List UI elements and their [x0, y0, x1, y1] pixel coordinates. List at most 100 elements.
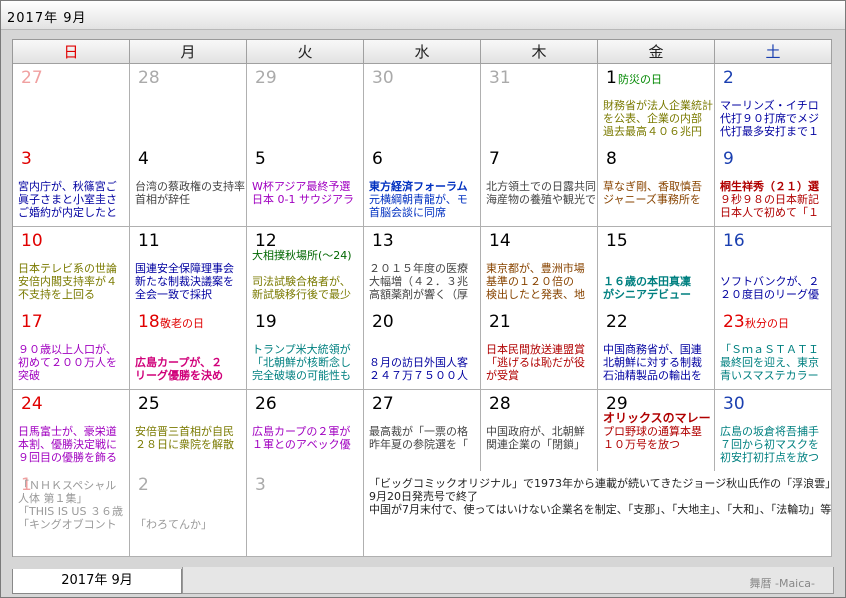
- day-cell[interactable]: 7 北方領土での日露共同 海産物の養殖や観光で: [481, 145, 598, 227]
- day-cell[interactable]: 27 最高裁が「一票の格 昨年夏の参院選を「: [364, 390, 481, 472]
- day-cell[interactable]: 22 中国商務省が、国連 北朝鮮に対する制裁 石油精製品の輸出を: [598, 308, 715, 390]
- day-cell[interactable]: 29 オリックスのマレー プロ野球の通算本塁 １０万号を放つ: [598, 390, 715, 472]
- day-number: 2: [723, 68, 734, 88]
- event-text: 広島の坂倉将吾捕手: [720, 425, 819, 438]
- day-cell[interactable]: 9 桐生祥秀（２１）選 ９秒９８の日本新記 日本人で初めて「１: [715, 145, 832, 227]
- day-cell[interactable]: 19 トランプ米大統領が 「北朝鮮が核断念し 完全破壊の可能性も: [247, 308, 364, 390]
- day-cell[interactable]: 30 広島の坂倉将吾捕手 ７回から初マスクを 初安打初打点を放つ: [715, 390, 832, 472]
- weekday-header: 金: [598, 40, 715, 64]
- tab-bar: 舞暦 -Maica- 2017年 9月: [1, 567, 845, 597]
- day-cell[interactable]: 8 草なぎ剛、香取慎吾 ジャニーズ事務所を: [598, 145, 715, 227]
- event-text: が受賞: [486, 369, 519, 382]
- note-line: 9月20日発売号で終了: [369, 490, 478, 503]
- event-text: １６歳の本田真凜: [603, 275, 691, 288]
- event-text: ７回から初マスクを: [720, 438, 819, 451]
- tab-current-month[interactable]: 2017年 9月: [12, 569, 182, 594]
- day-cell[interactable]: 14 東京都が、豊洲市場 基準の１２０倍の 検出したと発表、地: [481, 227, 598, 309]
- day-cell[interactable]: 4 台湾の蔡政権の支持率 首相が辞任: [130, 145, 247, 227]
- day-cell[interactable]: 18 敬老の日 広島カープが、２ リーグ優勝を決め: [130, 308, 247, 390]
- event-text: 日馬富士が、豪栄道: [18, 425, 117, 438]
- day-number: 4: [138, 149, 149, 169]
- weekday-header: 水: [364, 40, 481, 64]
- day-number: 6: [372, 149, 383, 169]
- day-cell[interactable]: 28: [130, 64, 247, 146]
- event-text: 不支持を上回る: [18, 288, 95, 301]
- event-text: 草なぎ剛、香取慎吾: [603, 180, 702, 193]
- event-text: 元横綱朝青龍が、モ: [369, 193, 468, 206]
- day-cell[interactable]: 17 ９０歳以上人口が、 初めて２００万人を 突破: [13, 308, 130, 390]
- note-line: 「ビッグコミックオリジナル」で1973年から連載が続いてきたジョージ秋山氏作の「…: [369, 477, 832, 490]
- tab-strip: 舞暦 -Maica-: [182, 567, 834, 594]
- window-title: 2017年 9月: [7, 11, 87, 26]
- day-cell[interactable]: 2 「わろてんか」: [130, 471, 247, 557]
- day-number: 5: [255, 149, 266, 169]
- day-cell[interactable]: 29: [247, 64, 364, 146]
- day-number: 25: [138, 394, 160, 414]
- event-text: 東京都が、豊洲市場: [486, 262, 585, 275]
- day-cell[interactable]: 5 W杯アジア最終予選 日本 0-1 サウジアラ: [247, 145, 364, 227]
- day-number: 31: [489, 68, 511, 88]
- day-number: 19: [255, 312, 277, 332]
- day-cell[interactable]: 12 大相撲秋場所(～24) 司法試験合格者が、 新試験移行後で最少: [247, 227, 364, 309]
- day-cell[interactable]: 1 防災の日 財務省が法人企業統計 を公表、企業の内部 過去最高４０６兆円: [598, 64, 715, 146]
- day-cell[interactable]: 11 国連安全保障理事会 新たな制裁決議案を 全会一致で採択: [130, 227, 247, 309]
- event-text: 台湾の蔡政権の支持率: [135, 180, 245, 193]
- event-text: 代打９０打席でメジ: [720, 112, 819, 125]
- holiday-label: 秋分の日: [745, 317, 789, 330]
- event-text: 海産物の養殖や観光で: [486, 193, 596, 206]
- day-number: 26: [255, 394, 277, 414]
- day-cell[interactable]: 13 ２０１５年度の医療 大幅増（４２．３兆 高額薬剤が響く（厚: [364, 227, 481, 309]
- calendar-window: 2017年 9月 日月火水木金土 27 28 29 30 31 1 防災の日 財務省が法人企業統…: [0, 0, 846, 598]
- day-number: 12: [255, 231, 277, 251]
- event-text: 眞子さまと小室圭さ: [18, 193, 117, 206]
- day-cell[interactable]: 27: [13, 64, 130, 146]
- event-text: ９秒９８の日本新記: [720, 193, 819, 206]
- event-text: W杯アジア最終予選: [252, 180, 351, 193]
- day-cell[interactable]: 3 宮内庁が、秋篠宮ご 眞子さまと小室圭さ ご婚約が内定したと: [13, 145, 130, 227]
- title-bar: 2017年 9月: [1, 1, 845, 30]
- day-cell[interactable]: 2 マーリンズ・イチロ 代打９０打席でメジ 代打最多安打まで１: [715, 64, 832, 146]
- event-text: 大幅増（４２．３兆: [369, 275, 468, 288]
- weekday-header: 火: [247, 40, 364, 64]
- event-text: ２０度目のリーグ優: [720, 288, 819, 301]
- day-cell[interactable]: 3: [247, 471, 364, 557]
- day-cell[interactable]: 6 東方経済フォーラム 元横綱朝青龍が、モ 首脳会談に同席: [364, 145, 481, 227]
- day-cell[interactable]: 1 「ＮＨＫスペシャル 人体 第１集」 「THIS IS US ３６歳 「キングオブコン…: [13, 471, 130, 557]
- event-text: 最終回を迎え、東京: [720, 356, 819, 369]
- event-text: 「THIS IS US ３６歳: [18, 505, 123, 518]
- day-cell[interactable]: 31: [481, 64, 598, 146]
- event-text: 全会一致で採択: [135, 288, 212, 301]
- event-text: 東方経済フォーラム: [369, 180, 468, 193]
- day-number: 13: [372, 231, 394, 251]
- event-text: 司法試験合格者が、: [252, 275, 351, 288]
- day-cell[interactable]: 26 広島カープの２軍が １軍とのアベック優: [247, 390, 364, 472]
- day-number: 7: [489, 149, 500, 169]
- day-cell[interactable]: 10 日本テレビ系の世論 安倍内閣支持率が４ 不支持を上回る: [13, 227, 130, 309]
- event-text: 新たな制裁決議案を: [135, 275, 234, 288]
- wide-note-cell[interactable]: 「ビッグコミックオリジナル」で1973年から連載が続いてきたジョージ秋山氏作の「…: [364, 471, 832, 557]
- day-number: 22: [606, 312, 628, 332]
- event-text: 突破: [18, 369, 40, 382]
- day-cell[interactable]: 28 中国政府が、北朝鮮 関連企業の「閉鎖」: [481, 390, 598, 472]
- day-cell[interactable]: 21 日本民間放送連盟賞 「逃げるは恥だが役 が受賞: [481, 308, 598, 390]
- day-number: 2: [138, 475, 149, 495]
- day-cell[interactable]: 30: [364, 64, 481, 146]
- event-text: 完全破壊の可能性も: [252, 369, 351, 382]
- holiday-label: 敬老の日: [160, 317, 204, 330]
- event-text: 「北朝鮮が核断念し: [252, 356, 351, 369]
- event-text: 関連企業の「閉鎖」: [486, 438, 585, 451]
- event-text: ２０１５年度の医療: [369, 262, 468, 275]
- event-text: 過去最高４０６兆円: [603, 125, 702, 138]
- day-cell[interactable]: 23 秋分の日 「ＳｍａＳＴＡＴＩ 最終回を迎え、東京 青いスマステカラー: [715, 308, 832, 390]
- day-number: 28: [489, 394, 511, 414]
- event-text: 中国政府が、北朝鮮: [486, 425, 585, 438]
- day-number: 1: [606, 68, 617, 88]
- weekday-header: 日: [13, 40, 130, 64]
- day-cell[interactable]: 25 安倍晋三首相が自民 ２８日に衆院を解散: [130, 390, 247, 472]
- day-cell[interactable]: 20 ８月の訪日外国人客 ２４７万７５００人: [364, 308, 481, 390]
- day-cell[interactable]: 15 １６歳の本田真凜 がシニアデビュー: [598, 227, 715, 309]
- event-text: ９０歳以上人口が、: [18, 343, 117, 356]
- weekday-header: 木: [481, 40, 598, 64]
- day-cell[interactable]: 24 日馬富士が、豪栄道 本割、優勝決定戦に ９回目の優勝を飾る: [13, 390, 130, 472]
- day-cell[interactable]: 16 ソフトバンクが、２ ２０度目のリーグ優: [715, 227, 832, 309]
